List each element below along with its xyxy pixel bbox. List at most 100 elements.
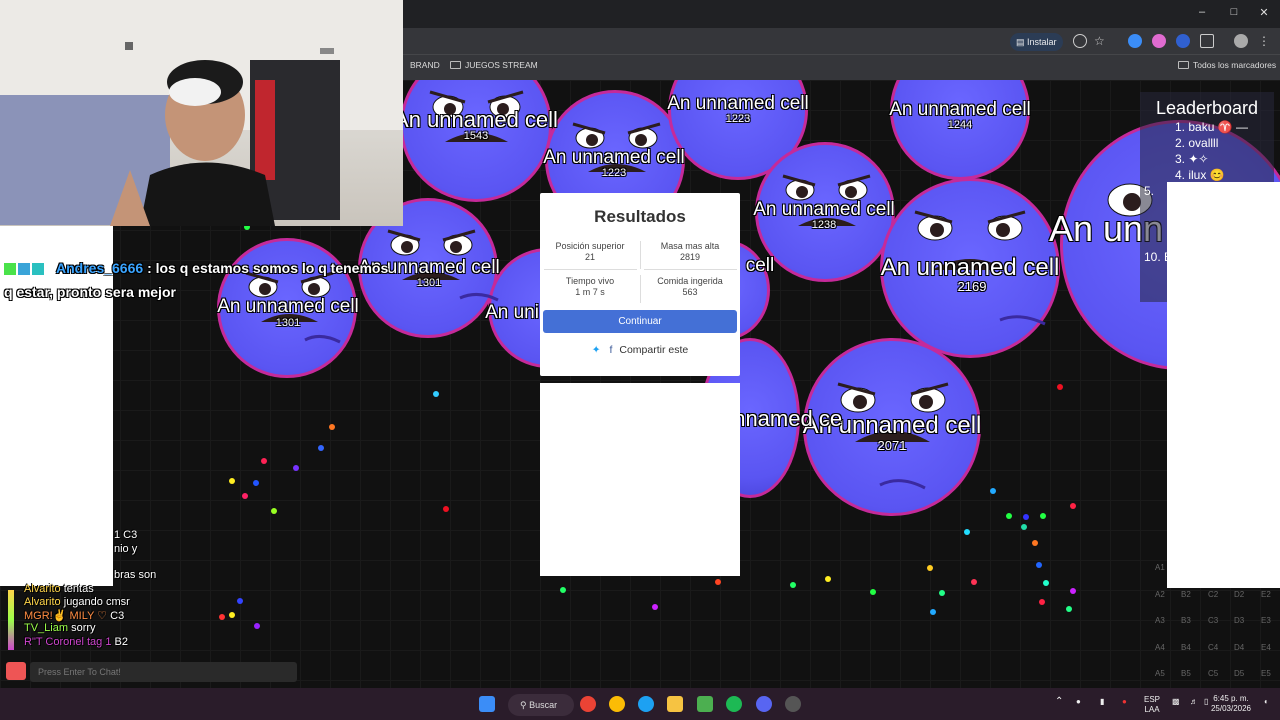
menu-dots-icon[interactable]: ⋮ <box>1258 34 1272 48</box>
chat-username: MGR!✌️ MILY ♡ <box>24 610 108 622</box>
divider <box>644 269 737 270</box>
grid-label: E2 <box>1261 590 1271 599</box>
results-dialog: Resultados Posición superior 21 Masa mas… <box>540 193 740 376</box>
restore-icon[interactable]: □ <box>1224 6 1244 18</box>
all-bookmarks[interactable]: Todos los marcadores <box>1178 60 1276 70</box>
discord-icon[interactable] <box>756 696 772 712</box>
star-icon[interactable]: ☆ <box>1094 34 1108 48</box>
cell-name: An unnamed cell <box>217 296 359 317</box>
cell-name: An unnamed cell <box>880 254 1060 281</box>
food-pellet <box>1039 599 1045 605</box>
stat-food-eaten: Comida ingerida 563 <box>640 276 740 298</box>
network-icon[interactable]: ▩ <box>1172 697 1180 707</box>
grid-label: E3 <box>1261 616 1271 625</box>
minimize-icon[interactable]: – <box>1192 6 1212 18</box>
profile-avatar[interactable] <box>1234 34 1248 48</box>
stat-label: Posición superior <box>555 241 625 251</box>
food-pellet <box>1070 503 1076 509</box>
food-pellet <box>293 465 299 471</box>
windows-start-icon[interactable] <box>479 696 495 712</box>
cell-name: An unnamed cell <box>889 99 1031 120</box>
chat-text: sorry <box>71 622 96 634</box>
clock[interactable]: 6:45 p. m. 25/03/2026 <box>1206 694 1256 714</box>
volume-icon[interactable]: ♬ <box>1190 697 1198 707</box>
grid-label: C4 <box>1208 643 1219 652</box>
all-bookmarks-label: Todos los marcadores <box>1193 60 1277 70</box>
taskbar-search[interactable]: ⚲ Buscar <box>508 694 574 716</box>
chat-text: tentas <box>63 583 94 595</box>
cell-mass: 1543 <box>463 130 489 142</box>
food-pellet <box>870 589 876 595</box>
clock-time: 6:45 p. m. <box>1213 694 1249 703</box>
webcam-feed <box>0 0 403 226</box>
grid-label: A1 <box>1155 563 1165 572</box>
food-pellet <box>443 506 449 512</box>
food-pellet <box>1040 513 1046 519</box>
chat-line: nio y <box>114 543 137 555</box>
chat-input[interactable]: Press Enter To Chat! <box>30 662 297 682</box>
extension-wave-icon[interactable] <box>1128 34 1142 48</box>
food-pellet <box>318 445 324 451</box>
grid-label: B2 <box>1181 590 1191 599</box>
chat-color-strip <box>8 590 14 650</box>
bookmark-juegos-stream[interactable]: JUEGOS STREAM <box>450 60 538 70</box>
share-row[interactable]: ✦ f Compartir este <box>540 344 740 356</box>
bookmark-label: BRAND <box>410 60 440 70</box>
spotify-icon[interactable] <box>726 696 742 712</box>
cell-name: cell <box>745 255 775 276</box>
tray-mic-icon[interactable]: ● <box>1122 697 1127 707</box>
app-icon[interactable] <box>785 696 801 712</box>
streamer-video <box>0 0 403 226</box>
chat-line: MGR!✌️ MILY ♡ C3 <box>24 609 124 622</box>
chrome-icon[interactable] <box>580 696 596 712</box>
stat-value: 2819 <box>679 252 701 262</box>
close-icon[interactable]: ✕ <box>1254 6 1274 19</box>
extension-blue-icon[interactable] <box>1176 34 1190 48</box>
stat-label: Masa mas alta <box>660 241 720 251</box>
stat-time-alive: Tiempo vivo 1 m 7 s <box>540 276 640 298</box>
file-explorer-icon[interactable] <box>667 696 683 712</box>
tray-app-icon[interactable]: ● <box>1076 697 1081 707</box>
mail-icon[interactable] <box>6 662 26 680</box>
stat-highest-mass: Masa mas alta 2819 <box>640 241 740 263</box>
chat-text: : los q estamos somos lo q tenemos <box>147 260 389 276</box>
minecraft-icon[interactable] <box>697 696 713 712</box>
food-pellet <box>229 478 235 484</box>
food-pellet <box>261 458 267 464</box>
food-pellet <box>254 623 260 629</box>
continue-button[interactable]: Continuar <box>543 310 737 333</box>
chrome-profile-icon[interactable] <box>609 696 625 712</box>
notifications-icon[interactable]: ◐ <box>1264 697 1269 707</box>
badge-icon <box>32 263 44 275</box>
cell-mass: 1238 <box>811 219 837 231</box>
folder-icon <box>450 61 461 69</box>
install-button[interactable]: ▤ Instalar <box>1010 33 1063 51</box>
food-pellet <box>219 614 225 620</box>
chat-line: TV_Liam sorry <box>24 622 96 634</box>
edge-icon[interactable] <box>638 696 654 712</box>
facebook-icon[interactable]: f <box>610 344 613 356</box>
chat-username: Alvarito <box>24 583 61 595</box>
chat-text: bras son <box>114 569 157 581</box>
food-pellet <box>790 582 796 588</box>
stat-label: Comida ingerida <box>657 276 723 286</box>
extension-pink-icon[interactable] <box>1152 34 1166 48</box>
chat-text: 1 C3 <box>114 529 138 541</box>
food-pellet <box>237 598 243 604</box>
eye-off-icon[interactable] <box>1073 34 1087 48</box>
chat-message-cont: q estar, pronto sera mejor <box>4 284 176 300</box>
tray-battery-icon[interactable]: ▮ <box>1100 697 1104 707</box>
food-pellet <box>253 480 259 486</box>
tray-chevron-icon[interactable]: ⌃ <box>1055 697 1063 707</box>
grid-label: B5 <box>1181 669 1191 678</box>
twitter-icon[interactable]: ✦ <box>592 344 601 356</box>
food-pellet <box>1070 588 1076 594</box>
grid-label: A4 <box>1155 643 1165 652</box>
screen: – □ ✕ ▤ Instalar ☆ ⋮ BRAND JUEGOS STREAM… <box>0 0 1280 720</box>
food-pellet <box>560 587 566 593</box>
puzzle-icon[interactable] <box>1200 34 1214 48</box>
language-indicator[interactable]: ESP LAA <box>1140 695 1164 715</box>
bookmark-brand[interactable]: BRAND <box>410 60 440 70</box>
install-label: Instalar <box>1027 37 1057 47</box>
cell-name: An uni <box>485 302 539 323</box>
